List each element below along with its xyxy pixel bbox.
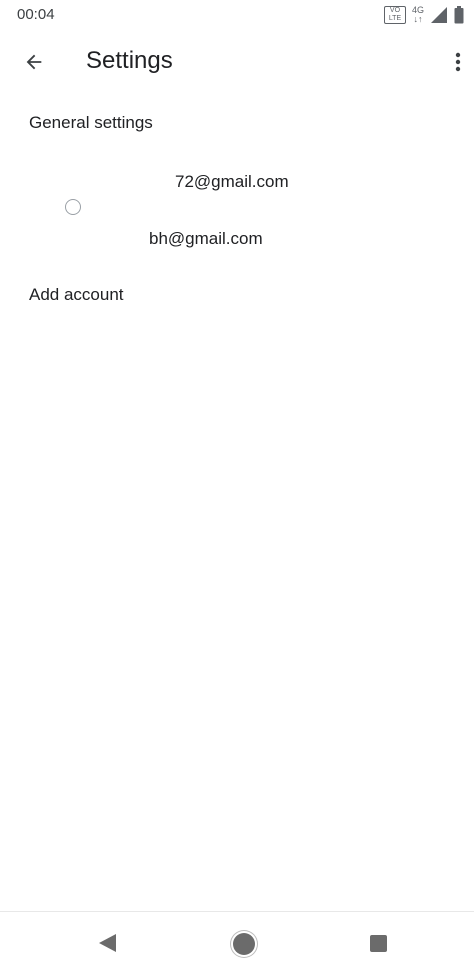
status-time: 00:04 — [17, 6, 55, 23]
app-bar: Settings — [0, 30, 474, 94]
system-nav-bar — [0, 911, 474, 961]
volte-top-text: VO — [389, 7, 401, 14]
account-list: 72@gmail.com bh@gmail.com — [0, 156, 474, 266]
more-vert-icon — [455, 52, 461, 72]
arrow-back-icon — [26, 54, 42, 70]
general-settings-item[interactable]: General settings — [29, 113, 153, 133]
volte-bottom-text: LTE — [388, 15, 402, 22]
nav-home-icon[interactable] — [233, 933, 255, 955]
nav-back-icon[interactable] — [99, 934, 116, 952]
account-item-1[interactable]: 72@gmail.com — [175, 172, 289, 192]
page-title: Settings — [86, 47, 173, 74]
network-4g-icon: 4G ↓↑ — [412, 6, 424, 24]
battery-icon — [454, 6, 464, 24]
status-icons: VO LTE 4G ↓↑ — [383, 5, 464, 25]
status-bar: 00:04 VO LTE 4G ↓↑ — [0, 0, 474, 30]
nav-recents-icon[interactable] — [370, 935, 387, 952]
network-arrows-text: ↓↑ — [413, 14, 423, 24]
volte-icon: VO LTE — [383, 6, 406, 24]
signal-icon — [431, 7, 447, 23]
back-button[interactable] — [16, 44, 52, 80]
add-account-item[interactable]: Add account — [29, 285, 124, 305]
account-item-2[interactable]: bh@gmail.com — [149, 229, 263, 249]
more-options-button[interactable] — [446, 44, 470, 80]
account-radio-icon[interactable] — [65, 199, 81, 215]
